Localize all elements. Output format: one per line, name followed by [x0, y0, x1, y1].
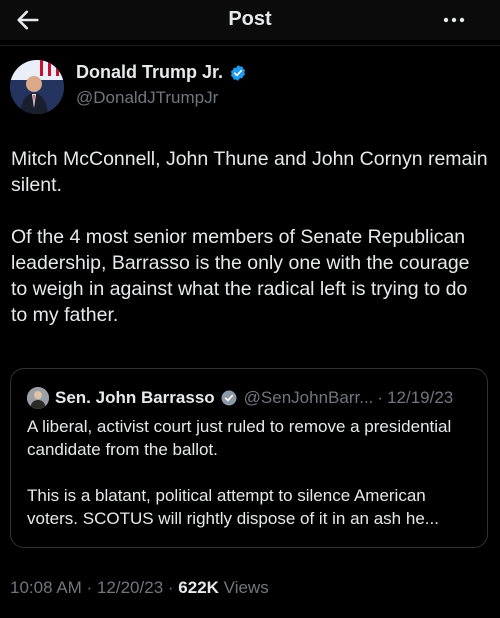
quoted-paragraph: A liberal, activist court just ruled to … — [27, 417, 452, 459]
quoted-post-header: Sen. John Barrasso @SenJohnBarr... · 12/… — [27, 387, 453, 409]
post-time: 10:08 AM — [10, 578, 82, 597]
top-bar: Post — [0, 0, 500, 40]
more-horizontal-icon — [443, 17, 465, 23]
separator-dot: · — [377, 388, 384, 407]
views-label: Views — [223, 578, 269, 597]
quoted-post-text: A liberal, activist court just ruled to … — [27, 415, 477, 530]
post-text: Mitch McConnell, John Thune and John Cor… — [11, 146, 489, 328]
author-name-text: Donald Trump Jr. — [76, 62, 224, 82]
post-metadata: 10:08 AM · 12/20/23 · 622K Views — [10, 578, 269, 598]
quoted-author-avatar — [27, 387, 49, 409]
quoted-post-card[interactable]: Sen. John Barrasso @SenJohnBarr... · 12/… — [10, 368, 488, 548]
quoted-paragraph: This is a blatant, political attempt to … — [27, 486, 439, 528]
avatar-image — [10, 60, 64, 114]
quoted-avatar-image — [27, 387, 49, 409]
verified-badge-icon — [230, 64, 246, 81]
quoted-post-date: 12/19/23 — [387, 388, 454, 407]
quoted-author-handle: @SenJohnBarr... — [243, 388, 374, 407]
separator-dot: · — [167, 578, 174, 597]
post-paragraph: Mitch McConnell, John Thune and John Cor… — [11, 148, 488, 196]
header-divider — [0, 45, 500, 46]
author-avatar[interactable] — [10, 60, 64, 114]
verified-badge-icon — [221, 390, 237, 406]
author-name[interactable]: Donald Trump Jr. — [76, 62, 247, 83]
post-paragraph: Of the 4 most senior members of Senate R… — [11, 226, 470, 326]
page-title: Post — [228, 8, 272, 30]
more-options-button[interactable] — [442, 10, 466, 30]
author-handle[interactable]: @DonaldJTrumpJr — [76, 88, 218, 108]
views-count: 622K — [178, 578, 219, 597]
quoted-author-name: Sen. John Barrasso — [55, 388, 215, 407]
post-date: 12/20/23 — [96, 578, 164, 597]
separator-dot: · — [86, 578, 93, 597]
